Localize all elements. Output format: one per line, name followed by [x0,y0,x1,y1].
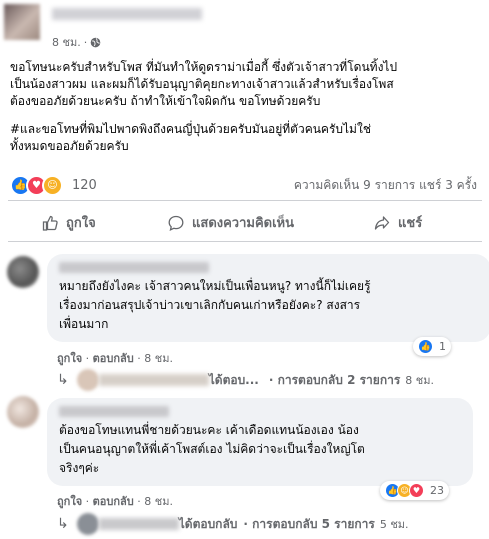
post-meta: 8 ชม. · [52,33,101,51]
post-body: ขอโทษนะครับสำหรับโพส ที่มันทำให้ดูดราม่า… [10,59,480,166]
comment-actions: ถูกใจ · ตอบกลับ · 8 ชม. [57,352,173,365]
comment-like-link[interactable]: ถูกใจ [57,352,82,365]
comment-reactions-badge[interactable]: 👍 1 [413,337,451,356]
comment-reaction-count: 23 [430,484,444,497]
share-button[interactable]: แชร์ [374,212,422,233]
comment-reply-link[interactable]: ตอบกลับ [93,495,134,508]
comment-bubble: ต้องขอโทษแทนพี่ชายด้วยนะคะ เค้าเดือดแทนน… [47,398,473,486]
comment-avatar[interactable] [7,396,39,428]
comment-time[interactable]: 8 ชม. [144,352,173,365]
post-paragraph-1: ขอโทษนะครับสำหรับโพส ที่มันทำให้ดูดราม่า… [10,60,398,108]
public-globe-icon [90,37,101,47]
comment-reactions-badge[interactable]: 👍 ☺ ♥ 23 [380,481,449,500]
comment-reply-link[interactable]: ตอบกลับ [93,352,134,365]
comment-button[interactable]: แสดงความคิดเห็น [168,212,294,233]
comment-label: แสดงความคิดเห็น [192,216,295,231]
comment-author[interactable] [59,406,169,417]
view-replies-row[interactable]: ↳ ได้ตอบกลับ · การตอบกลับ 5 รายการ 5 ชม. [57,513,409,535]
post-author-avatar[interactable] [4,4,40,40]
reactions-summary[interactable]: 👍 ♥ ☺ 120 [10,175,97,196]
love-reaction-icon: ♥ [409,483,424,498]
reaction-count[interactable]: 120 [72,178,97,193]
like-label: ถูกใจ [66,216,96,231]
comment-reaction-count: 1 [439,340,446,353]
comment-actions: ถูกใจ · ตอบกลับ · 8 ชม. [57,495,173,508]
post-time[interactable]: 8 ชม. [52,33,81,51]
like-button[interactable]: ถูกใจ [42,212,96,233]
share-label: แชร์ [398,216,423,231]
comment-like-link[interactable]: ถูกใจ [57,495,82,508]
divider [8,241,482,242]
reply-time: 5 ชม. [379,518,409,531]
thumbs-up-icon [42,215,58,231]
reply-author [98,374,209,386]
view-replies-row[interactable]: ↳ ได้ตอบ... · การตอบกลับ 2 รายการ 8 ชม. [57,369,434,391]
comment-avatar[interactable] [7,256,39,288]
comment-author[interactable] [59,262,209,273]
comment-text: ต้องขอโทษแทนพี่ชายด้วยนะคะ เค้าเดือดแทนน… [59,423,365,475]
reply-avatar [76,369,99,391]
reply-count: · การตอบกลับ 5 รายการ [243,516,375,531]
divider [8,200,482,201]
reply-avatar [76,513,99,535]
replied-label: ได้ตอบกลับ [178,516,238,531]
post-paragraph-2: #และขอโทษที่พิมไปพาดพิงถึงคนญี่ปุ่นด้วยค… [10,122,371,153]
comment-icon [168,215,184,231]
like-reaction-icon: 👍 [418,339,433,354]
reply-arrow-icon: ↳ [57,372,69,388]
care-reaction-icon: ☺ [42,175,63,196]
reply-arrow-icon: ↳ [57,516,69,532]
comment-bubble: หมายถึงยังไงคะ เจ้าสาวคนใหม่เป็นเพื่อนหน… [47,254,489,342]
replied-label: ได้ตอบ... [208,372,259,387]
post-author-name[interactable] [52,8,202,20]
share-icon [374,215,390,230]
reply-count: · การตอบกลับ 2 รายการ [268,372,401,387]
reply-author [98,518,179,530]
post-stats[interactable]: ความคิดเห็น 9 รายการ แชร์ 3 ครั้ง [294,176,477,195]
reply-time: 8 ชม. [405,374,434,387]
comment-time[interactable]: 8 ชม. [144,495,173,508]
comment-text: หมายถึงยังไงคะ เจ้าสาวคนใหม่เป็นเพื่อนหน… [59,279,371,331]
